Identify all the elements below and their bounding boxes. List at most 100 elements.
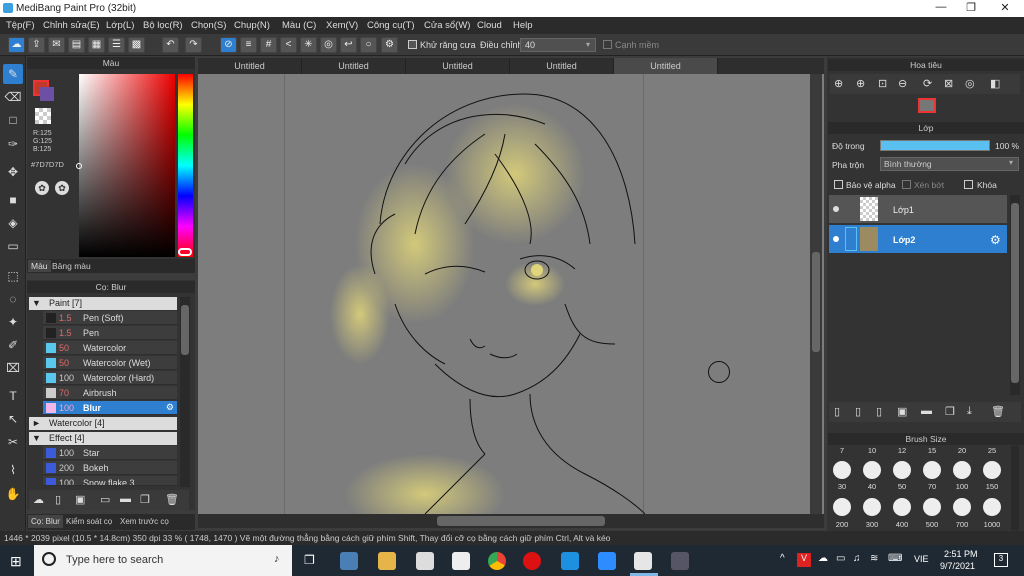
rotate-icon[interactable]: ⟳ [923, 77, 932, 90]
medibang-taskbar-icon[interactable] [634, 552, 652, 570]
menu-select[interactable]: Chọn(S) [191, 20, 226, 31]
menu-tools[interactable]: Công cụ(T) [367, 20, 415, 31]
eyedropper-tool-icon[interactable]: ⌇ [3, 460, 23, 480]
gear-icon[interactable]: ⚙ [166, 402, 174, 413]
brush-tool-icon[interactable]: ✎ [3, 64, 23, 84]
brush-size-preset[interactable] [833, 498, 851, 516]
maximize-button[interactable]: ❐ [956, 1, 986, 16]
fill-tool-icon[interactable]: ◈ [3, 213, 23, 233]
antialias-checkbox[interactable] [408, 40, 417, 49]
snap-settings-icon[interactable]: ⚙ [381, 37, 398, 53]
gear-icon[interactable]: ⚙ [990, 233, 1001, 247]
parallel-snap-icon[interactable]: ≡ [240, 37, 257, 53]
text-tool-icon[interactable]: T [3, 386, 23, 406]
hue-slider[interactable] [178, 74, 193, 257]
tab-document[interactable]: Untitled [302, 58, 406, 74]
brush-size-preset[interactable] [863, 461, 881, 479]
brush-size-preset[interactable] [983, 461, 1001, 479]
antivirus-icon[interactable]: V [797, 553, 811, 567]
chevron-down-icon[interactable]: ▾ [1009, 158, 1013, 167]
navigator-preview[interactable] [918, 98, 936, 113]
language-indicator[interactable]: VIE [914, 554, 929, 564]
copy-brush-icon[interactable]: ▭ [100, 493, 110, 506]
lock-checkbox[interactable] [964, 180, 973, 189]
brush-group-paint[interactable]: ▼ Paint [7] [29, 297, 177, 310]
reset-view-icon[interactable]: ◎ [965, 77, 975, 90]
lasso-tool-icon[interactable]: ◌ [3, 289, 23, 309]
brush-size-preset[interactable] [953, 498, 971, 516]
pen-tool-icon[interactable]: ✑ [3, 134, 23, 154]
photos-icon[interactable] [671, 552, 689, 570]
select-tool-icon[interactable]: ⬚ [3, 266, 23, 286]
opera-icon[interactable] [523, 552, 541, 570]
brush-item[interactable]: 100 Star [43, 446, 177, 460]
edge-icon[interactable] [561, 552, 579, 570]
new-layer-8bit-icon[interactable]: ▯ [855, 405, 861, 418]
mirror-icon[interactable]: ◧ [990, 77, 1000, 90]
canvas-area[interactable] [198, 74, 824, 534]
ellipse-snap-icon[interactable]: ○ [360, 37, 377, 53]
brush-size-preset[interactable] [923, 498, 941, 516]
transparent-color-swatch[interactable] [35, 108, 51, 124]
dot-tool-icon[interactable]: □ [3, 110, 23, 130]
shape-tool-icon[interactable]: ■ [3, 190, 23, 210]
hand-tool-icon[interactable]: ✋ [3, 484, 23, 504]
flip-icon[interactable]: ⊠ [944, 77, 953, 90]
trash-icon[interactable]: 🗑 [165, 493, 179, 506]
tab-document[interactable]: Untitled [510, 58, 614, 74]
grid-icon[interactable]: ▩ [128, 37, 145, 53]
palette-icon[interactable]: ✿ [35, 181, 49, 195]
menu-capture[interactable]: Chụp(N) [234, 20, 270, 31]
share-icon[interactable]: ⇪ [28, 37, 45, 53]
folder-icon[interactable]: ▬ [921, 405, 932, 417]
zoom-in-icon[interactable]: ⊕ [856, 77, 865, 90]
divide-tool-icon[interactable]: ✂ [3, 432, 23, 452]
brush-item-selected[interactable]: 100 Blur ⚙ [43, 401, 177, 415]
vertical-scroll-thumb[interactable] [812, 252, 820, 352]
layer-scroll-thumb[interactable] [1011, 203, 1019, 383]
eye-icon[interactable] [833, 206, 839, 212]
menu-edit[interactable]: Chỉnh sửa(E) [43, 20, 100, 31]
curve-snap-icon[interactable]: ↩ [340, 37, 357, 53]
comment-icon[interactable]: ✉ [48, 37, 65, 53]
menu-color[interactable]: Màu (C) [282, 20, 316, 31]
new-layer-1bit-icon[interactable]: ▯ [876, 405, 882, 418]
brush-scroll-thumb[interactable] [181, 305, 189, 355]
tab-document[interactable]: Untitled [198, 58, 302, 74]
adjust-select[interactable]: 40 [520, 38, 596, 52]
tab-brush-preview[interactable]: Xem trước cọ [120, 517, 169, 526]
minimize-button[interactable]: — [926, 1, 956, 16]
wifi-icon[interactable]: ≋ [870, 553, 878, 564]
brush-item[interactable]: 50 Watercolor [43, 341, 177, 355]
menu-file[interactable]: Tệp(F) [6, 20, 35, 31]
close-button[interactable]: ✕ [990, 1, 1020, 16]
clock-date[interactable]: 9/7/2021 [940, 561, 975, 571]
file-explorer-icon[interactable] [378, 552, 396, 570]
new-layer-icon[interactable]: ▯ [834, 405, 840, 418]
redo-icon[interactable]: ↷ [185, 37, 202, 53]
clip-checkbox[interactable] [902, 180, 911, 189]
add-brush-icon[interactable]: ▣ [75, 493, 85, 506]
soft-edge-checkbox[interactable] [603, 40, 612, 49]
circle-snap-icon[interactable]: ◎ [320, 37, 337, 53]
horizontal-scroll-thumb[interactable] [437, 516, 605, 526]
menu-view[interactable]: Xem(V) [326, 20, 358, 31]
cloud-tray-icon[interactable]: ☁ [818, 553, 828, 564]
tab-color[interactable]: Màu [28, 260, 51, 272]
chrome-icon[interactable] [488, 552, 506, 570]
tab-brush[interactable]: Cọ: Blur [28, 515, 63, 528]
zoom-out-icon[interactable]: ⊖ [898, 77, 907, 90]
document-icon[interactable]: ▦ [88, 37, 105, 53]
brush-group-effect[interactable]: ▼ Effect [4] [29, 432, 177, 445]
saturation-value-picker[interactable] [79, 74, 175, 257]
opacity-slider[interactable] [880, 140, 990, 151]
vanish-snap-icon[interactable]: < [280, 37, 297, 53]
cloud-brush-icon[interactable]: ☁ [33, 493, 44, 506]
brush-size-preset[interactable] [893, 461, 911, 479]
undo-icon[interactable]: ↶ [162, 37, 179, 53]
paint-app-icon[interactable] [340, 552, 358, 570]
brush-item[interactable]: 1.5 Pen [43, 326, 177, 340]
cloud-icon[interactable]: ☁ [8, 37, 25, 53]
zoom-fit-icon[interactable]: ⊕ [834, 77, 843, 90]
gradient-tool-icon[interactable]: ▭ [3, 236, 23, 256]
